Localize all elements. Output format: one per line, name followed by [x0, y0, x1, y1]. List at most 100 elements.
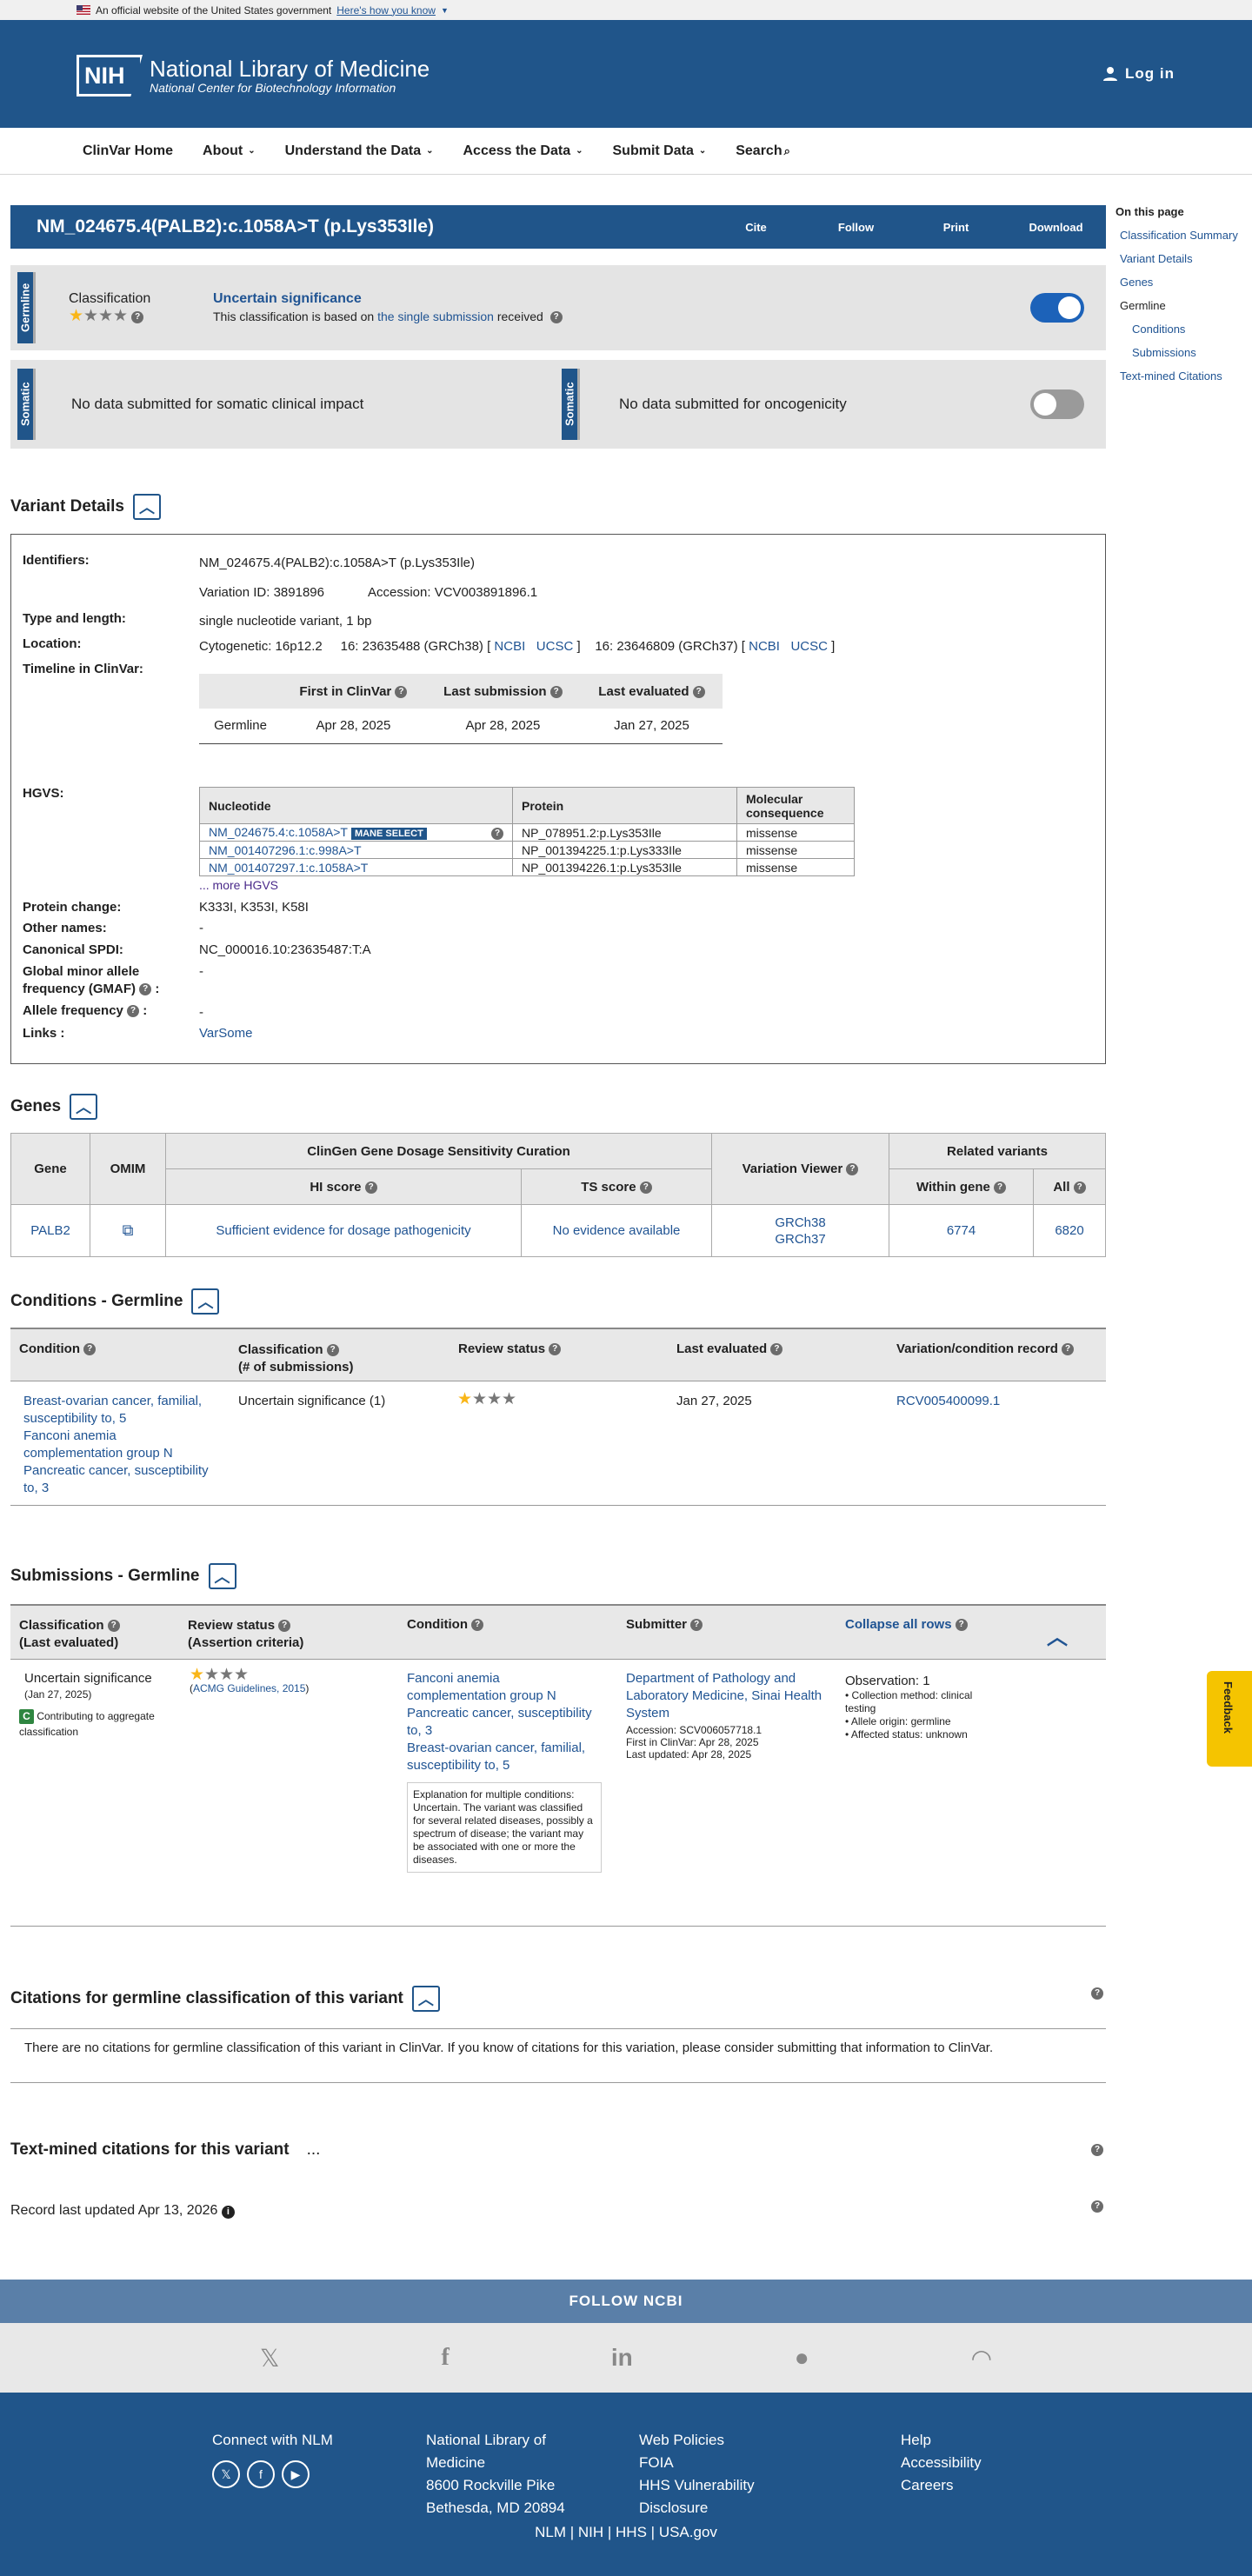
- sidebar-item-variant-details[interactable]: Variant Details: [1115, 252, 1246, 265]
- sidebar-item-conditions[interactable]: Conditions: [1115, 323, 1246, 336]
- collapse-button[interactable]: ︿: [208, 1563, 236, 1589]
- careers-link[interactable]: Careers: [901, 2474, 982, 2497]
- login-button[interactable]: Log in: [1102, 65, 1175, 83]
- external-link-icon[interactable]: ⧉: [123, 1221, 134, 1239]
- somatic-toggle[interactable]: [1030, 389, 1084, 419]
- help-icon[interactable]: ?: [107, 1620, 120, 1633]
- within-gene-link[interactable]: 6774: [947, 1223, 976, 1238]
- nav-about[interactable]: About ⌄: [203, 143, 256, 159]
- condition-link[interactable]: Breast-ovarian cancer, familial, suscept…: [23, 1393, 210, 1428]
- foia-link[interactable]: FOIA: [639, 2452, 755, 2474]
- collapse-button[interactable]: ︿: [191, 1288, 220, 1315]
- collapse-button[interactable]: ︿: [411, 1986, 440, 2012]
- how-you-know-link[interactable]: Here's how you know: [336, 4, 436, 17]
- help-icon[interactable]: ?: [1062, 1343, 1075, 1356]
- rcv-link[interactable]: RCV005400099.1: [896, 1394, 1000, 1408]
- help-icon[interactable]: ?: [692, 685, 705, 698]
- help-icon[interactable]: ?: [1091, 2200, 1103, 2213]
- condition-link[interactable]: Fanconi anemia complementation group N: [407, 1670, 594, 1705]
- collapse-button[interactable]: ︿: [70, 1094, 98, 1120]
- usagov-link[interactable]: USA.gov: [659, 2524, 717, 2540]
- rss-icon[interactable]: ◠: [971, 2344, 992, 2373]
- nav-access-data[interactable]: Access the Data ⌄: [463, 143, 583, 159]
- help-icon[interactable]: ?: [395, 685, 408, 698]
- help-icon[interactable]: ?: [139, 983, 152, 996]
- help-icon[interactable]: ?: [127, 1005, 140, 1018]
- help-icon[interactable]: ?: [1091, 1987, 1103, 2000]
- help-icon[interactable]: ?: [955, 1619, 968, 1632]
- help-link[interactable]: Help: [901, 2429, 982, 2452]
- acmg-guidelines-link[interactable]: ACMG Guidelines, 2015: [193, 1682, 305, 1694]
- help-icon[interactable]: ?: [131, 311, 144, 324]
- ncbi-link[interactable]: NCBI: [749, 639, 780, 654]
- chevron-up-icon[interactable]: ︿: [1047, 1620, 1068, 1650]
- collapse-all-rows-link[interactable]: Collapse all rows: [845, 1617, 952, 1632]
- linkedin-icon[interactable]: in: [611, 2344, 633, 2372]
- follow-button[interactable]: Follow: [806, 221, 906, 234]
- help-icon[interactable]: ?: [1073, 1181, 1086, 1194]
- nih-link[interactable]: NIH: [578, 2524, 603, 2540]
- nav-submit-data[interactable]: Submit Data ⌄: [613, 143, 707, 159]
- ucsc-link[interactable]: UCSC: [536, 639, 574, 654]
- varsome-link[interactable]: VarSome: [199, 1026, 252, 1041]
- hgvs-nucleotide-link[interactable]: NM_024675.4:c.1058A>T: [209, 825, 348, 839]
- more-hgvs-link[interactable]: ... more HGVS: [199, 878, 278, 892]
- nlm-link[interactable]: NLM: [535, 2524, 566, 2540]
- help-icon[interactable]: ?: [770, 1343, 783, 1356]
- condition-link[interactable]: Pancreatic cancer, susceptibility to, 3: [407, 1705, 594, 1740]
- hgvs-nucleotide-link[interactable]: NM_001407296.1:c.998A>T: [209, 843, 362, 857]
- submitter-link[interactable]: Department of Pathology and Laboratory M…: [626, 1670, 826, 1722]
- github-icon[interactable]: ●: [795, 2344, 809, 2372]
- hi-score-link[interactable]: Sufficient evidence for dosage pathogeni…: [216, 1223, 470, 1238]
- ts-score-link[interactable]: No evidence available: [553, 1223, 681, 1238]
- nav-understand-data[interactable]: Understand the Data ⌄: [285, 143, 434, 159]
- help-icon[interactable]: ?: [326, 1344, 339, 1357]
- info-icon[interactable]: i: [221, 2206, 235, 2219]
- nlm-logo[interactable]: NIH National Library of Medicine Nationa…: [77, 55, 430, 97]
- all-variants-link[interactable]: 6820: [1055, 1223, 1083, 1238]
- hhs-vulnerability-link[interactable]: HHS Vulnerability: [639, 2474, 755, 2497]
- help-icon[interactable]: ?: [491, 828, 503, 840]
- x-icon[interactable]: 𝕏: [212, 2460, 240, 2488]
- sidebar-item-submissions[interactable]: Submissions: [1115, 346, 1246, 359]
- help-icon[interactable]: ?: [846, 1163, 859, 1176]
- germline-toggle[interactable]: [1030, 293, 1084, 323]
- x-icon[interactable]: 𝕏: [260, 2344, 280, 2373]
- download-button[interactable]: Download: [1006, 221, 1106, 234]
- help-icon[interactable]: ?: [278, 1620, 291, 1633]
- single-submission-link[interactable]: the single submission: [377, 310, 494, 323]
- help-icon[interactable]: ?: [994, 1181, 1007, 1194]
- web-policies-link[interactable]: Web Policies: [639, 2429, 755, 2452]
- feedback-tab[interactable]: Feedback: [1207, 1671, 1252, 1767]
- help-icon[interactable]: ?: [1091, 2144, 1103, 2156]
- facebook-icon[interactable]: f: [247, 2460, 275, 2488]
- ncbi-link[interactable]: NCBI: [494, 639, 525, 654]
- accessibility-link[interactable]: Accessibility: [901, 2452, 982, 2474]
- youtube-icon[interactable]: ▶: [282, 2460, 310, 2488]
- cite-button[interactable]: Cite: [706, 221, 806, 234]
- disclosure-link[interactable]: Disclosure: [639, 2497, 755, 2519]
- help-icon[interactable]: ?: [639, 1181, 652, 1194]
- help-icon[interactable]: ?: [83, 1343, 97, 1356]
- help-icon[interactable]: ?: [549, 685, 563, 698]
- help-icon[interactable]: ?: [549, 311, 563, 324]
- help-icon[interactable]: ?: [364, 1181, 377, 1194]
- help-icon[interactable]: ?: [471, 1619, 484, 1632]
- condition-link[interactable]: Fanconi anemia complementation group N: [23, 1428, 210, 1462]
- sidebar-item-classification-summary[interactable]: Classification Summary: [1115, 229, 1246, 242]
- hhs-link[interactable]: HHS: [616, 2524, 647, 2540]
- condition-link[interactable]: Breast-ovarian cancer, familial, suscept…: [407, 1740, 594, 1774]
- condition-link[interactable]: Pancreatic cancer, susceptibility to, 3: [23, 1462, 210, 1497]
- help-icon[interactable]: ?: [549, 1343, 562, 1356]
- facebook-icon[interactable]: f: [441, 2344, 449, 2372]
- help-icon[interactable]: ?: [690, 1619, 703, 1632]
- hgvs-nucleotide-link[interactable]: NM_001407297.1:c.1058A>T: [209, 861, 368, 875]
- print-button[interactable]: Print: [906, 221, 1006, 234]
- nav-clinvar-home[interactable]: ClinVar Home: [83, 143, 173, 159]
- nav-search[interactable]: Search ⌕: [736, 143, 790, 159]
- ucsc-link[interactable]: UCSC: [790, 639, 828, 654]
- grch37-link[interactable]: GRCh37: [775, 1232, 825, 1247]
- sidebar-item-text-mined[interactable]: Text-mined Citations: [1115, 369, 1246, 383]
- gene-link[interactable]: PALB2: [30, 1223, 70, 1238]
- sidebar-item-genes[interactable]: Genes: [1115, 276, 1246, 289]
